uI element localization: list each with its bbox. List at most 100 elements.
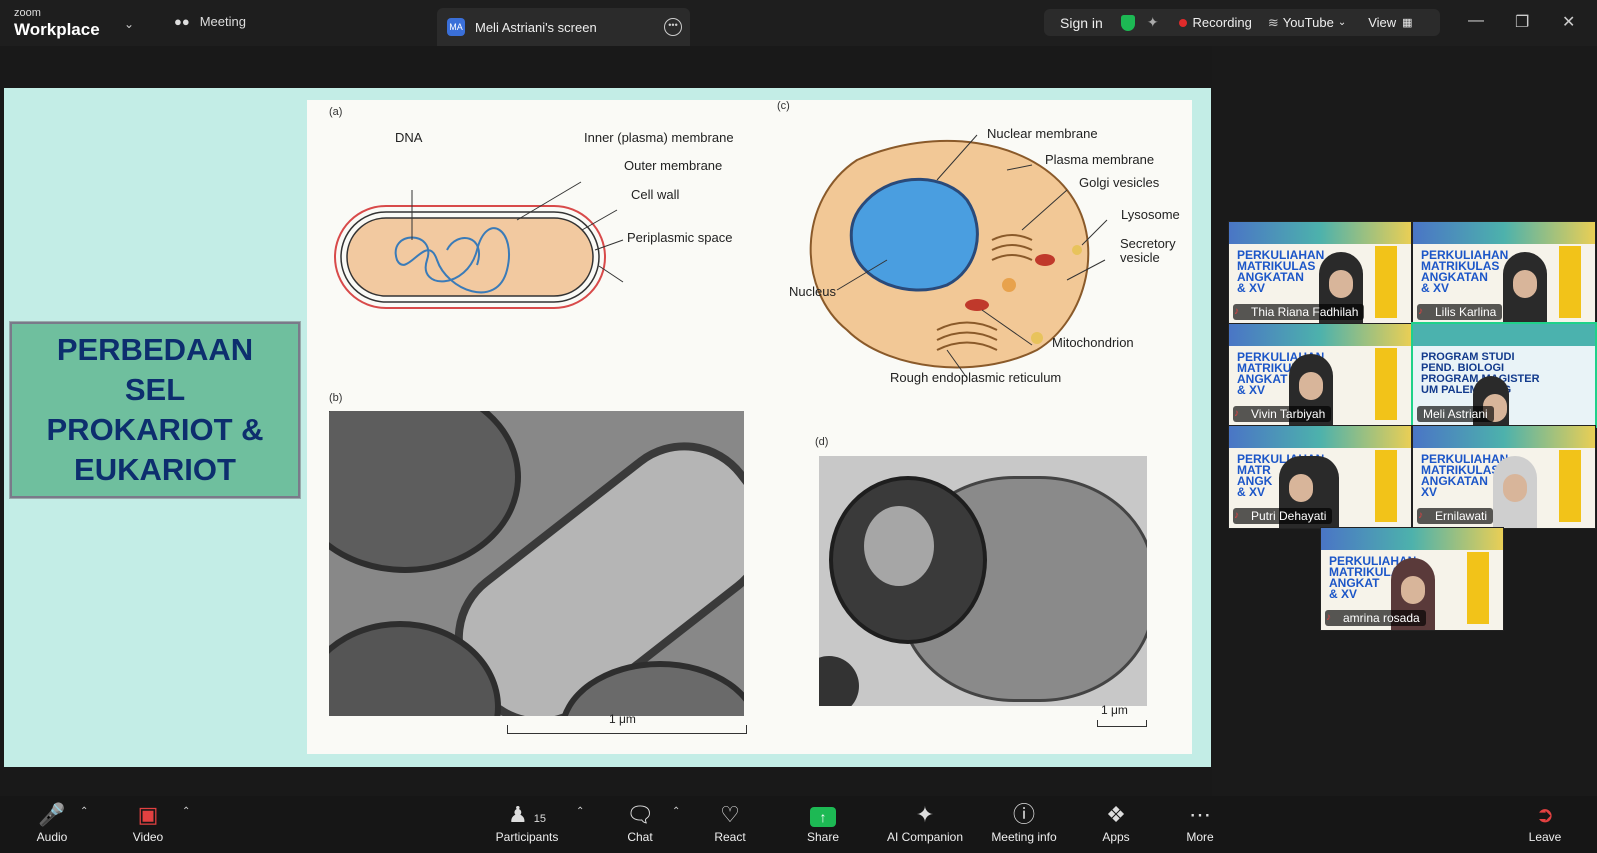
scale-label: 1 μm (1101, 703, 1128, 717)
slide-title-box: PERBEDAAN SEL PROKARIOT & EUKARIOT (9, 321, 301, 499)
participant-tile[interactable]: PERKULIAHAN MATRIKULAS ANGKAT & XV Vivin Ta… (1228, 323, 1412, 427)
participants-label: Participants (495, 830, 559, 844)
participant-name: Vivin Tarbiyah (1233, 406, 1332, 422)
livestream-icon: ≋ (1267, 14, 1279, 30)
leave-door-icon: ➲ (1535, 802, 1555, 827)
participants-button[interactable]: ♟ 15 Participants (491, 800, 563, 844)
mic-muted-icon: 🎤 (38, 802, 66, 827)
bacteria-micrograph (329, 411, 744, 716)
chat-icon: 🗨 (626, 802, 654, 827)
eukaryote-micrograph (819, 456, 1147, 706)
mic-muted-icon: ♪ (1418, 510, 1423, 521)
leave-button[interactable]: ➲ Leave (1525, 800, 1565, 844)
label-plasma-membrane: Plasma membrane (1045, 152, 1155, 167)
label-cell-wall: Cell wall (631, 187, 680, 202)
meeting-info-button[interactable]: ⓘ Meeting info (984, 800, 1064, 844)
info-icon: ⓘ (1012, 802, 1035, 827)
meeting-toolbar: 🎤 Audio ⌃ ▣ Video ⌃ ♟ 15 Participants ⌃ 🗨… (0, 796, 1597, 853)
label-secretory: Secretory (1120, 236, 1176, 251)
scale-bar (507, 725, 747, 734)
shield-icon[interactable] (1120, 14, 1135, 31)
ai-companion-button[interactable]: ✦ AI Companion (880, 800, 970, 844)
scale-bar (1097, 720, 1147, 727)
panel-label-c: (c) (777, 100, 790, 112)
top-bar: zoom Workplace ⌄ ●● Meeting MA Meli Astr… (0, 0, 1597, 46)
apps-button[interactable]: ❖ Apps (1096, 800, 1136, 844)
participants-gallery: PERKULIAHAN MATRIKULAS ANGKATAN & XV Thia R… (1212, 46, 1597, 796)
label-rough-er: Rough endoplasmic reticulum (890, 370, 1062, 385)
participant-tile[interactable]: PERKULIAHAN MATRIKULAS ANGKATAN & XV Lilis … (1412, 221, 1596, 325)
restore-icon[interactable]: ❐ (1515, 12, 1529, 32)
meeting-label: Meeting (199, 14, 246, 29)
video-label: Video (132, 830, 164, 844)
chevron-up-icon[interactable]: ⌃ (80, 806, 88, 817)
sign-in-button[interactable]: Sign in (1060, 15, 1103, 31)
participant-tile[interactable]: PERKULIAHAN MATRIKULAS ANGKATAN XV Ernilawa… (1412, 425, 1596, 529)
recording-dot-icon (1178, 18, 1187, 27)
label-lysosome: Lysosome (1121, 207, 1180, 222)
mic-muted-icon: ♪ (1234, 306, 1239, 317)
share-label: Share (806, 830, 840, 844)
view-grid-icon: ▦ (1402, 17, 1413, 29)
sparkle-icon: ✦ (915, 802, 935, 827)
label-outer-membrane: Outer membrane (624, 158, 723, 173)
participant-name: Putri Dehayati (1233, 508, 1333, 524)
tab-shared-screen[interactable]: MA Meli Astriani's screen ••• (437, 8, 690, 46)
tab-meeting[interactable]: ●● Meeting (174, 14, 246, 29)
panel-label-a: (a) (329, 106, 343, 118)
slide-title-line: EUKARIOT (74, 452, 236, 487)
chevron-up-icon[interactable]: ⌃ (182, 806, 190, 817)
participant-name: amrina rosada (1325, 610, 1426, 626)
react-button[interactable]: ♡ React (710, 800, 750, 844)
label-periplasmic-space: Periplasmic space (627, 230, 733, 245)
ai-companion-label: AI Companion (886, 830, 964, 844)
people-icon: ●● (174, 14, 190, 29)
participant-name: Thia Riana Fadhilah (1233, 304, 1365, 320)
slide-title-line: PROKARIOT & (46, 412, 264, 447)
youtube-stream-button[interactable]: YouTube (1283, 15, 1334, 30)
participants-icon: ♟ 15 (508, 802, 546, 827)
participant-tile-active-speaker[interactable]: PROGRAM STUDI PEND. BIOLOGI PROGRAM MAGIST… (1411, 322, 1597, 428)
chat-label: Chat (627, 830, 653, 844)
audio-label: Audio (36, 830, 68, 844)
more-button[interactable]: ⋯ More (1180, 800, 1220, 844)
label-dna: DNA (395, 130, 423, 145)
slide-title-line: PERBEDAAN (56, 332, 254, 367)
video-button[interactable]: ▣ Video (128, 800, 168, 844)
more-label: More (1186, 830, 1214, 844)
ai-sparkle-icon[interactable]: ✦ (1147, 14, 1159, 31)
label-inner-membrane: Inner (plasma) membrane (584, 130, 734, 145)
label-vesicle: vesicle (1120, 250, 1160, 265)
close-icon[interactable]: ✕ (1562, 12, 1575, 32)
chevron-down-icon[interactable]: ⌄ (124, 17, 134, 31)
minimize-icon[interactable]: — (1468, 12, 1484, 30)
chat-button[interactable]: 🗨 Chat (620, 800, 660, 844)
meeting-info-label: Meeting info (991, 830, 1057, 844)
mic-muted-icon: ♪ (1234, 510, 1239, 521)
participants-count: 15 (533, 813, 546, 825)
participant-tile[interactable]: PERKULIAHAN MATR ANGK & XV Putri Dehayati ♪ (1228, 425, 1412, 529)
participant-name: Meli Astriani (1417, 406, 1494, 422)
panel-label-b: (b) (329, 392, 343, 404)
chevron-up-icon[interactable]: ⌃ (672, 806, 680, 817)
scale-label: 1 μm (609, 712, 636, 726)
share-button[interactable]: ↑ Share (800, 800, 846, 844)
audio-button[interactable]: 🎤 Audio (32, 800, 72, 844)
leave-label: Leave (1528, 830, 1562, 844)
apps-label: Apps (1102, 830, 1130, 844)
participant-tile[interactable]: PERKULIAHAN MATRIKULAS ANGKAT & XV amrina r… (1320, 527, 1504, 631)
more-options-icon[interactable]: ••• (664, 18, 682, 36)
slide-title-line: SEL (124, 372, 186, 407)
mic-muted-icon: ♪ (1326, 612, 1331, 623)
chevron-up-icon[interactable]: ⌃ (576, 806, 584, 817)
panel-label-d: (d) (815, 436, 829, 448)
prokaryote-diagram (334, 181, 624, 309)
chevron-down-icon[interactable]: ⌄ (1338, 17, 1346, 28)
view-button[interactable]: View (1368, 15, 1396, 30)
video-off-icon: ▣ (137, 802, 159, 827)
label-golgi-vesicles: Golgi vesicles (1079, 175, 1160, 190)
participant-name: Ernilawati (1417, 508, 1494, 524)
recording-indicator[interactable]: Recording (1193, 15, 1252, 30)
participant-tile[interactable]: PERKULIAHAN MATRIKULAS ANGKATAN & XV Thia R… (1228, 221, 1412, 325)
zoom-logo[interactable]: zoom Workplace (14, 8, 100, 39)
